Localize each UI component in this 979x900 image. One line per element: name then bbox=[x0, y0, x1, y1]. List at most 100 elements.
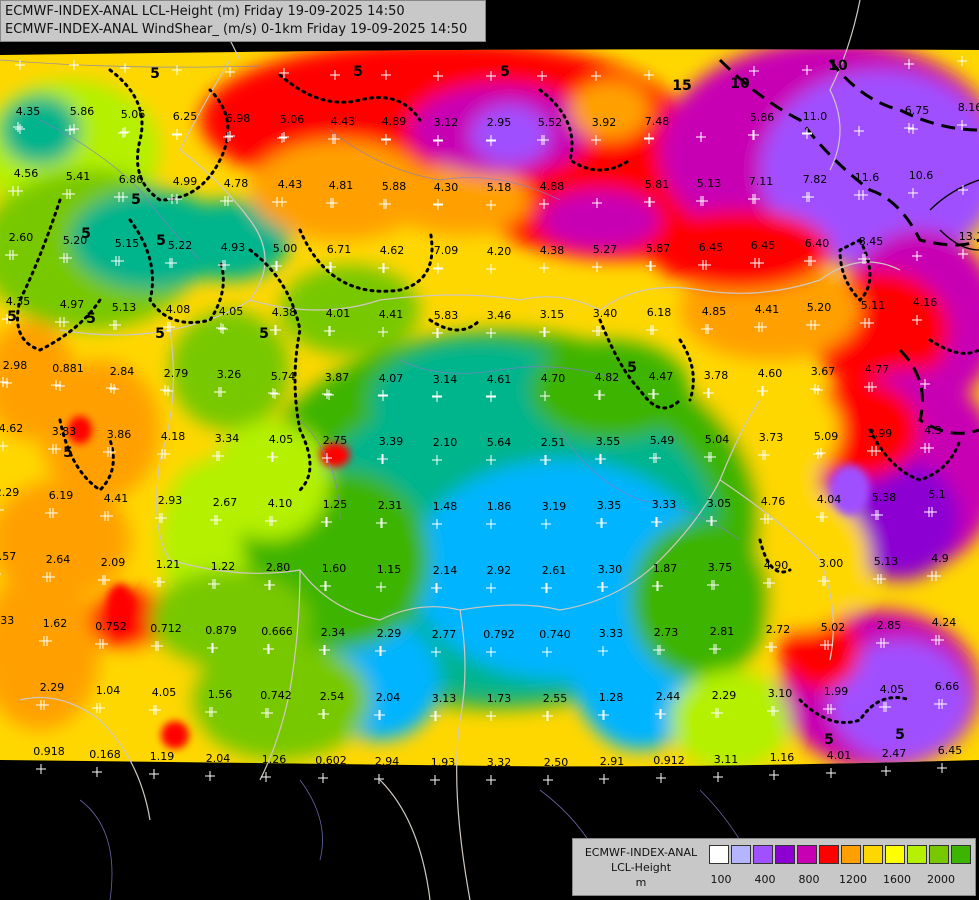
windshear-value: 5.64 bbox=[487, 436, 512, 449]
windshear-value: 1.56 bbox=[208, 688, 233, 701]
windshear-value: 5.13 bbox=[112, 301, 137, 314]
windshear-value: 5.18 bbox=[487, 181, 512, 194]
windshear-value: 0.752 bbox=[95, 620, 127, 633]
windshear-value: 2.72 bbox=[766, 623, 791, 636]
windshear-value: 3.11 bbox=[714, 753, 739, 766]
contour-label: 5 bbox=[627, 360, 637, 376]
windshear-value: 5.87 bbox=[646, 242, 671, 255]
legend-tick-label: 800 bbox=[798, 873, 820, 886]
windshear-value: 2.29 bbox=[40, 681, 65, 694]
windshear-value: 4.56 bbox=[14, 167, 39, 180]
legend-unit: m bbox=[635, 876, 647, 889]
windshear-value: 5.00 bbox=[273, 242, 298, 255]
windshear-value: 1.04 bbox=[96, 684, 121, 697]
contour-label: 10 bbox=[730, 76, 750, 92]
windshear-value: 2.85 bbox=[877, 619, 902, 632]
windshear-value: 4.43 bbox=[331, 115, 356, 128]
windshear-value: 3.15 bbox=[540, 308, 565, 321]
windshear-value: 0.792 bbox=[483, 628, 515, 641]
contour-label: 5 bbox=[86, 311, 96, 327]
windshear-value: 4.04 bbox=[817, 493, 842, 506]
windshear-value: 2.34 bbox=[321, 626, 346, 639]
legend-title-line-2: LCL-Height bbox=[610, 861, 672, 874]
windshear-value: 5.06 bbox=[280, 113, 305, 126]
windshear-value: 0.168 bbox=[89, 748, 121, 761]
windshear-value: 3.14 bbox=[433, 373, 458, 386]
windshear-value: 6.86 bbox=[119, 173, 144, 186]
legend-tick-label: 1600 bbox=[883, 873, 911, 886]
contour-label: 15 bbox=[672, 78, 691, 94]
windshear-value: 3.13 bbox=[432, 692, 457, 705]
windshear-value: 6.75 bbox=[905, 104, 930, 117]
windshear-value: 4.08 bbox=[166, 303, 191, 316]
windshear-value: 0.881 bbox=[52, 362, 84, 375]
contour-label: 10 bbox=[828, 58, 848, 74]
windshear-value: 3.12 bbox=[434, 116, 459, 129]
title-box: ECMWF-INDEX-ANAL LCL-Height (m) Friday 1… bbox=[0, 0, 486, 42]
contour-label: 5 bbox=[353, 64, 363, 80]
windshear-value: 4.76 bbox=[761, 495, 786, 508]
windshear-value: 4.38 bbox=[540, 244, 565, 257]
windshear-value: 4.38 bbox=[272, 306, 297, 319]
windshear-value: 4.99 bbox=[173, 175, 198, 188]
windshear-value: 1.21 bbox=[156, 558, 181, 571]
windshear-value: 4.62 bbox=[380, 244, 405, 257]
legend-tick-label: 2000 bbox=[927, 873, 955, 886]
windshear-value: 5.49 bbox=[650, 434, 675, 447]
windshear-value: 4.9 bbox=[931, 552, 949, 565]
windshear-value: 1.26 bbox=[262, 753, 287, 766]
windshear-value: 4.61 bbox=[487, 373, 512, 386]
legend-swatch bbox=[709, 845, 729, 864]
windshear-value: 1.25 bbox=[323, 498, 348, 511]
windshear-value: 3.83 bbox=[52, 425, 77, 438]
windshear-value: 8.16 bbox=[958, 101, 979, 114]
windshear-value: 4.01 bbox=[326, 307, 351, 320]
windshear-value: 1.19 bbox=[150, 750, 175, 763]
windshear-value: 4.05 bbox=[880, 683, 905, 696]
windshear-value: 5.86 bbox=[70, 105, 95, 118]
windshear-value: 2.10 bbox=[433, 436, 458, 449]
windshear-value: 4.35 bbox=[16, 105, 41, 118]
windshear-value: 3.92 bbox=[592, 116, 617, 129]
windshear-value: 2.29 bbox=[0, 486, 19, 499]
windshear-value: 6.71 bbox=[327, 243, 352, 256]
legend-swatch bbox=[819, 845, 839, 864]
legend-swatch bbox=[863, 845, 883, 864]
windshear-value: 4.93 bbox=[221, 241, 246, 254]
windshear-value: 1.22 bbox=[211, 560, 236, 573]
windshear-value: 5.88 bbox=[382, 180, 407, 193]
windshear-value: 4.05 bbox=[269, 433, 294, 446]
windshear-value: 3.78 bbox=[704, 369, 729, 382]
windshear-value: 3.86 bbox=[107, 428, 132, 441]
contour-label: 5 bbox=[155, 326, 165, 342]
windshear-value: 4.82 bbox=[595, 371, 620, 384]
windshear-value: 3.40 bbox=[593, 307, 618, 320]
windshear-value: 5.13 bbox=[697, 177, 722, 190]
windshear-value: 2.75 bbox=[323, 434, 348, 447]
windshear-value: 5.11 bbox=[861, 299, 886, 312]
windshear-value: 6.25 bbox=[173, 110, 198, 123]
windshear-value: 5.27 bbox=[593, 243, 618, 256]
windshear-value: 2.04 bbox=[206, 752, 231, 765]
windshear-value: 4.10 bbox=[268, 497, 293, 510]
windshear-value: 10.6 bbox=[909, 169, 934, 182]
contour-label: 5 bbox=[824, 732, 834, 748]
legend-tick-label: 100 bbox=[710, 873, 732, 886]
legend-swatch bbox=[775, 845, 795, 864]
windshear-value: 5.52 bbox=[538, 116, 563, 129]
legend-swatch bbox=[929, 845, 949, 864]
windshear-value: 4.89 bbox=[382, 115, 407, 128]
windshear-value: 4.62 bbox=[0, 422, 23, 435]
windshear-value: 7.48 bbox=[645, 115, 670, 128]
windshear-value: 5.13 bbox=[874, 555, 899, 568]
windshear-value: 2.31 bbox=[378, 499, 403, 512]
windshear-value: 0.912 bbox=[653, 754, 685, 767]
windshear-value: 4.18 bbox=[161, 430, 186, 443]
windshear-value: 2.91 bbox=[600, 755, 625, 768]
contour-label: 5 bbox=[259, 326, 269, 342]
contour-label: 5 bbox=[150, 66, 160, 82]
windshear-value: 4.41 bbox=[379, 308, 404, 321]
windshear-value: 4.20 bbox=[487, 245, 512, 258]
windshear-value: 3.67 bbox=[811, 365, 836, 378]
windshear-value: 0.740 bbox=[539, 628, 571, 641]
